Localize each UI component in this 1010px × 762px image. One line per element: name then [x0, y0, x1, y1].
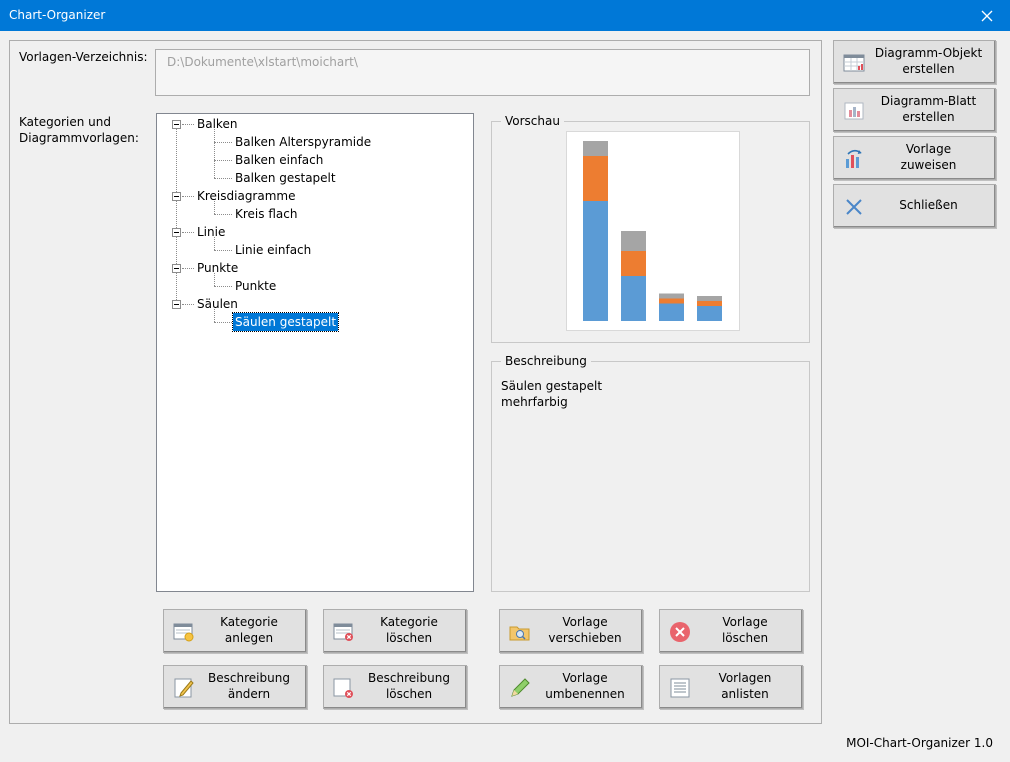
- preview-label: Vorschau: [501, 113, 564, 129]
- collapse-icon[interactable]: [172, 228, 181, 237]
- delete-icon: [670, 622, 690, 642]
- tree-category-linie[interactable]: Linie: [195, 223, 227, 241]
- tree-category-balken[interactable]: Balken: [195, 115, 239, 133]
- assign-template-icon: [846, 149, 862, 168]
- chart-bar-4-segment-1: [697, 306, 722, 321]
- chart-sheet-icon: [844, 102, 864, 120]
- collapse-icon[interactable]: [172, 264, 181, 273]
- delete-category-icon: [333, 623, 353, 641]
- description-label: Beschreibung: [501, 353, 591, 369]
- chart-bar-1-segment-2: [583, 156, 608, 201]
- folder-label: Vorlagen-Verzeichnis:: [19, 50, 148, 64]
- chart-bar-1-segment-1: [583, 201, 608, 321]
- list-icon: [670, 678, 690, 698]
- chart-bar-4-segment-2: [697, 301, 722, 306]
- edit-description-icon: [174, 678, 194, 698]
- schliessen-button[interactable]: Schließen: [833, 184, 996, 228]
- version-label: MOI-Chart-Organizer 1.0: [846, 736, 993, 750]
- vorlage-umbenennen-button[interactable]: Vorlage umbenennen: [499, 665, 643, 709]
- chart-bar-1-segment-3: [583, 141, 608, 156]
- tree-category-punkte[interactable]: Punkte: [195, 259, 240, 277]
- chart-bar-3-segment-1: [659, 303, 684, 321]
- chart-object-icon: [843, 54, 865, 72]
- chart-bar-2-segment-3: [621, 231, 646, 251]
- tree-item-balken-alterspyramide[interactable]: Balken Alterspyramide: [233, 133, 373, 151]
- chart-bar-4-segment-3: [697, 296, 722, 301]
- tree-item-linie-einfach[interactable]: Linie einfach: [233, 241, 313, 259]
- description-line1: Säulen gestapelt: [501, 379, 603, 393]
- delete-description-icon: [333, 678, 353, 698]
- rename-pen-icon: [511, 678, 530, 697]
- chart-bar-2-segment-1: [621, 276, 646, 321]
- tree-label-line1: Kategorien und: [19, 115, 111, 129]
- description-line2: mehrfarbig: [501, 395, 568, 409]
- vorlage-verschieben-button[interactable]: Vorlage verschieben: [499, 609, 643, 653]
- tree-item-punkte[interactable]: Punkte: [233, 277, 278, 295]
- vorlage-loeschen-button[interactable]: Vorlage löschen: [659, 609, 803, 653]
- close-x-icon: [846, 199, 862, 215]
- kategorie-anlegen-button[interactable]: Kategorie anlegen: [163, 609, 307, 653]
- collapse-icon[interactable]: [172, 120, 181, 129]
- folder-path-field[interactable]: D:\Dokumente\xlstart\moichart\: [155, 49, 810, 96]
- close-window-button[interactable]: [964, 0, 1010, 31]
- vorlagen-anlisten-button[interactable]: Vorlagen anlisten: [659, 665, 803, 709]
- chart-bar-3-segment-3: [659, 293, 684, 299]
- add-category-icon: [173, 623, 194, 642]
- collapse-icon[interactable]: [172, 300, 181, 309]
- diagramm-objekt-button[interactable]: Diagramm-Objekt erstellen: [833, 40, 996, 84]
- tree-category-saeulen[interactable]: Säulen: [195, 295, 240, 313]
- vorlage-zuweisen-button[interactable]: Vorlage zuweisen: [833, 136, 996, 180]
- chart-bar-3-segment-2: [659, 298, 684, 304]
- kategorie-loeschen-button[interactable]: Kategorie löschen: [323, 609, 467, 653]
- tree-item-kreis-flach[interactable]: Kreis flach: [233, 205, 299, 223]
- close-icon: [981, 10, 993, 21]
- preview-chart: [566, 131, 740, 331]
- diagramm-blatt-button[interactable]: Diagramm-Blatt erstellen: [833, 88, 996, 132]
- tree-label: Kategorien und Diagrammvorlagen:: [19, 114, 139, 146]
- tree-category-kreisdiagramme[interactable]: Kreisdiagramme: [195, 187, 297, 205]
- collapse-icon[interactable]: [172, 192, 181, 201]
- window-title: Chart-Organizer: [9, 8, 106, 22]
- tree-label-line2: Diagrammvorlagen:: [19, 131, 139, 145]
- preview-chart-svg: [583, 141, 722, 321]
- chart-bar-2-segment-2: [621, 251, 646, 276]
- beschreibung-loeschen-button[interactable]: Beschreibung löschen: [323, 665, 467, 709]
- folder-search-icon: [509, 626, 530, 641]
- title-bar: Chart-Organizer: [0, 0, 1010, 31]
- folder-path-value: D:\Dokumente\xlstart\moichart\: [167, 55, 358, 69]
- beschreibung-aendern-button[interactable]: Beschreibung ändern: [163, 665, 307, 709]
- tree-item-balken-einfach[interactable]: Balken einfach: [233, 151, 325, 169]
- description-text: Säulen gestapelt mehrfarbig: [501, 378, 602, 410]
- template-tree[interactable]: Balken Balken Alterspyramide Balken einf…: [156, 113, 474, 592]
- tree-item-saeulen-gestapelt[interactable]: Säulen gestapelt: [231, 312, 340, 332]
- tree-item-balken-gestapelt[interactable]: Balken gestapelt: [233, 169, 338, 187]
